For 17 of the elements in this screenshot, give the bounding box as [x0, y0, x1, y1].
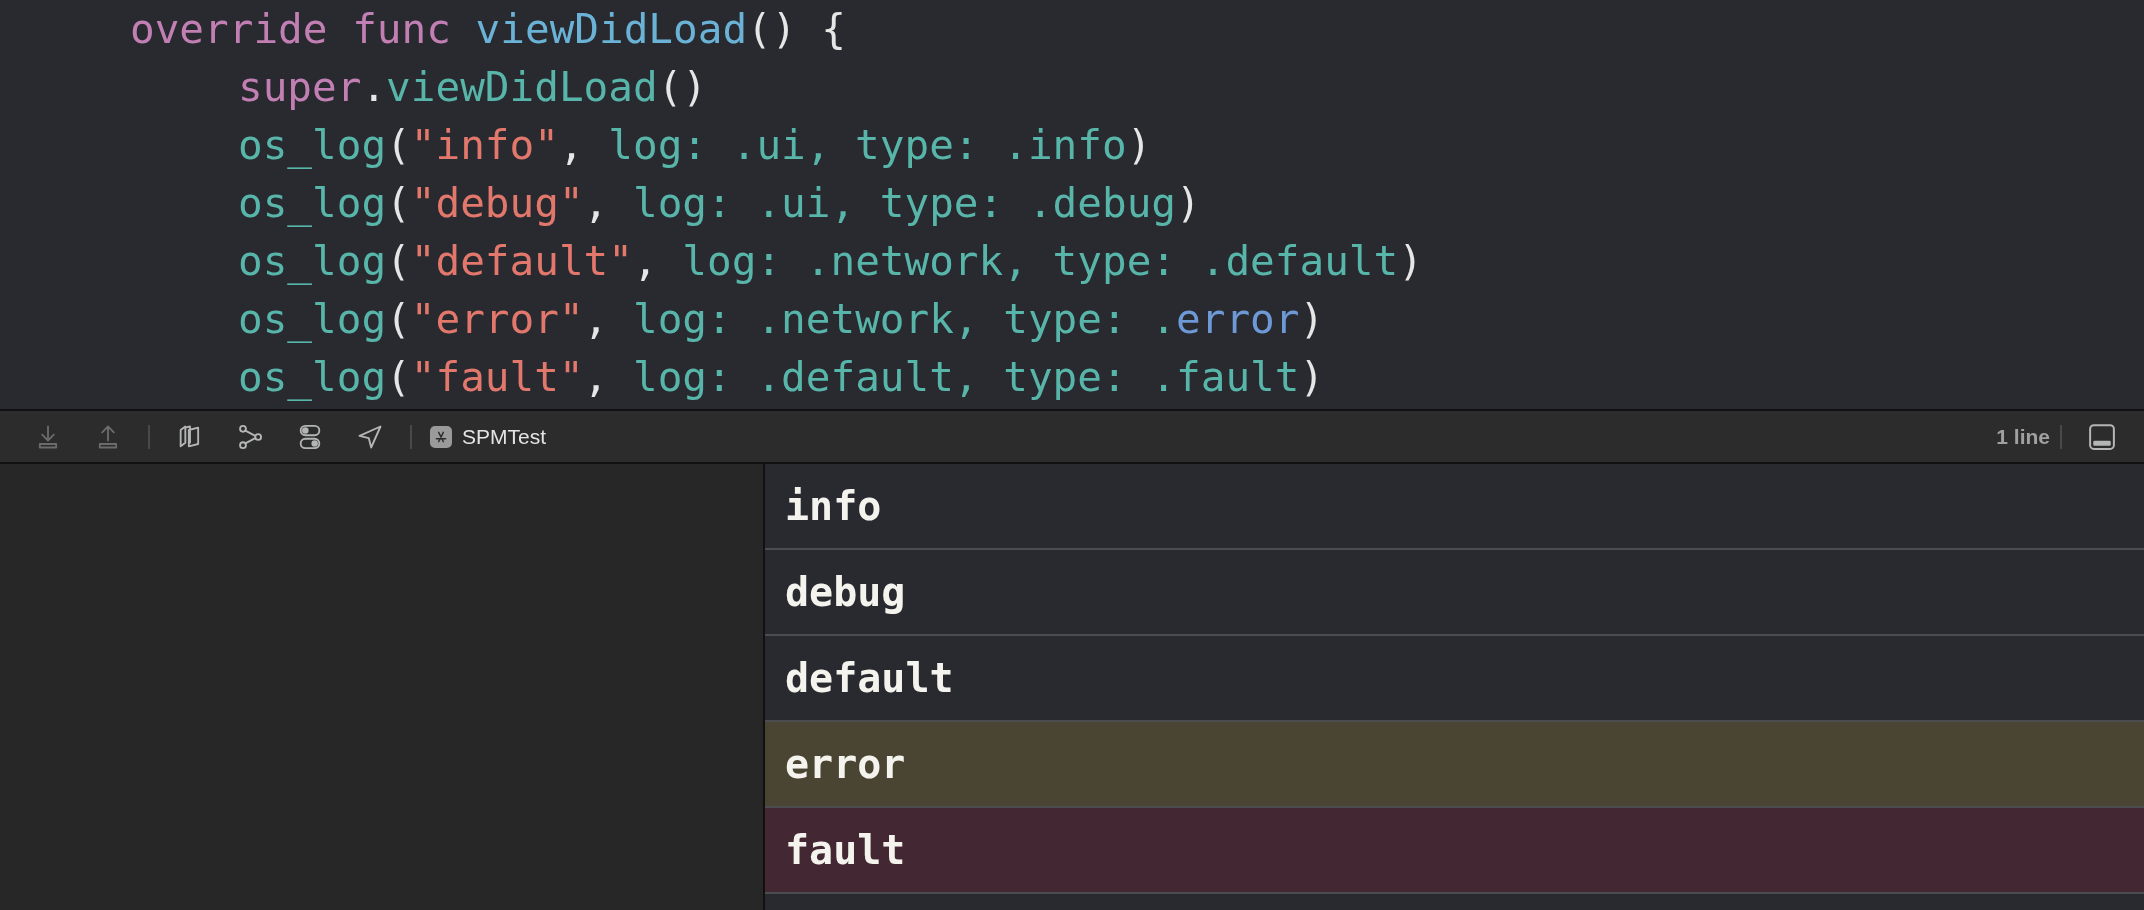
bottom-panel-icon — [2087, 421, 2117, 452]
app-icon — [430, 425, 452, 448]
code-line: os_log("error", log: .network, type: .error) — [238, 294, 1326, 345]
log-message: info — [785, 483, 882, 529]
code-line: os_log("debug", log: .ui, type: .debug) — [238, 178, 1202, 229]
code-line: os_log("default", log: .network, type: .default) — [238, 236, 1424, 287]
code-line: super.viewDidLoad() — [238, 62, 708, 113]
code-line: os_log("info", log: .ui, type: .info) — [238, 120, 1153, 171]
log-message: debug — [785, 569, 906, 615]
code-line: os_log("fault", log: .default, type: .fault) — [238, 352, 1326, 403]
share-nodes-icon — [236, 422, 264, 451]
code-line: override func viewDidLoad() { — [130, 4, 847, 55]
scheme-selector[interactable]: SPMTest — [422, 424, 555, 449]
log-message: error — [785, 741, 906, 787]
line-count: 1 line — [1996, 424, 2050, 449]
log-message: default — [785, 655, 954, 701]
log-message: fault — [785, 827, 906, 873]
